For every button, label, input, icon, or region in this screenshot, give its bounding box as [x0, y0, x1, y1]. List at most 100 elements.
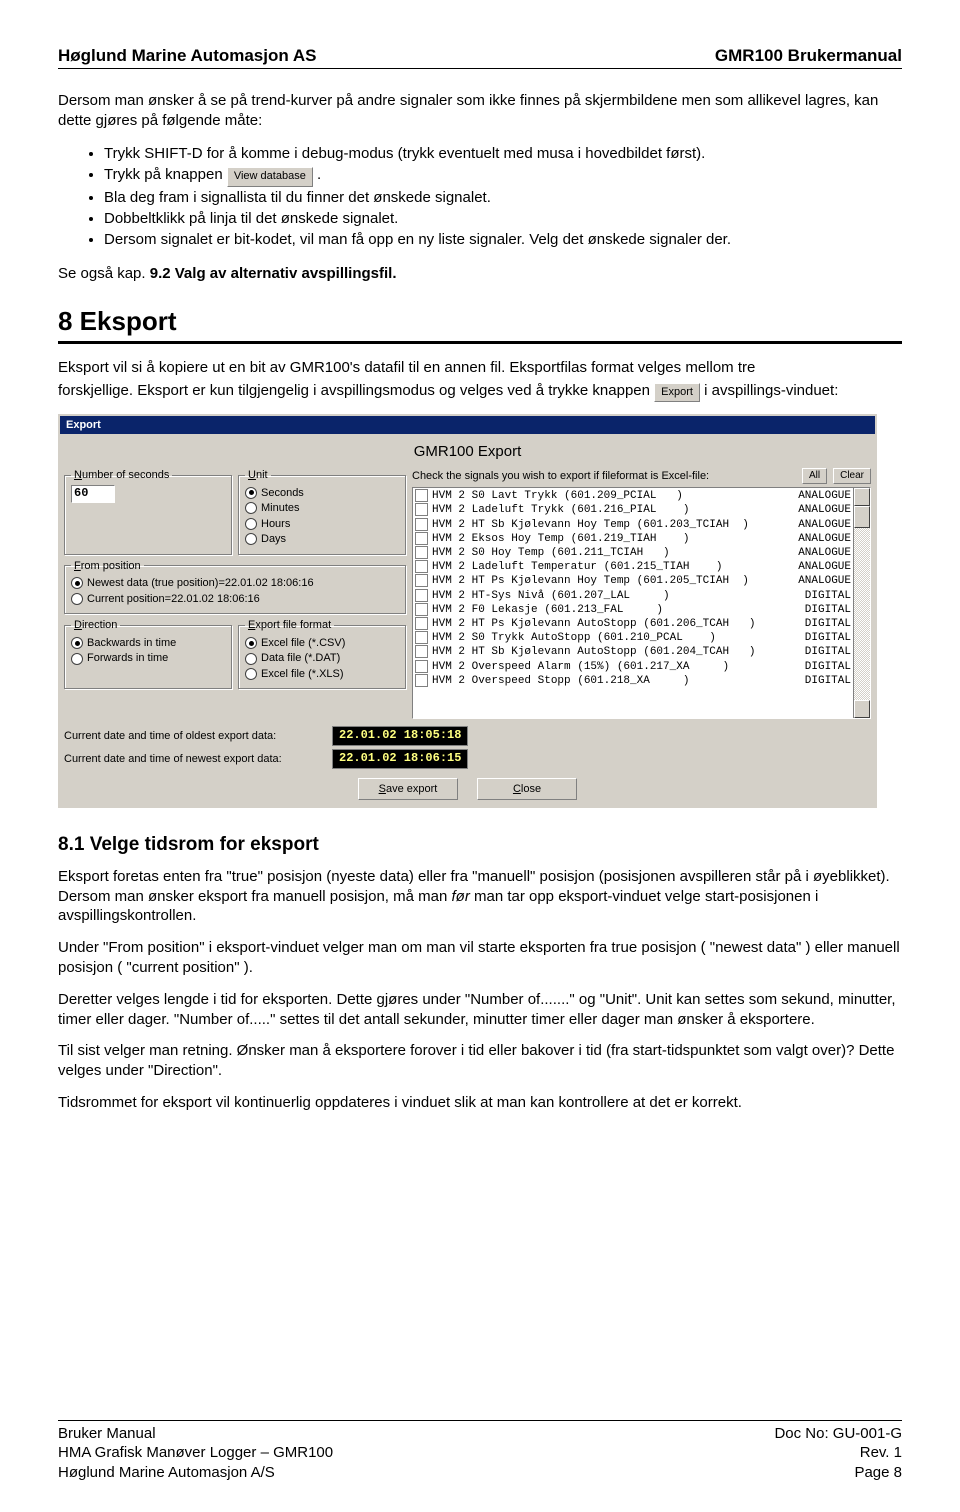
signal-list-row[interactable]: HVM 2 Ladeluft Temperatur (601.215_TIAH …	[415, 560, 851, 574]
fmt-csv-radio[interactable]: Excel file (*.CSV)	[245, 636, 399, 651]
signal-list-row[interactable]: HVM 2 Overspeed Alarm (15%) (601.217_XA …	[415, 660, 851, 674]
signal-checkbox[interactable]	[415, 674, 428, 687]
signal-type: DIGITAL	[805, 589, 851, 603]
signal-type: DIGITAL	[805, 631, 851, 645]
signal-checkbox[interactable]	[415, 489, 428, 502]
signal-name: HVM 2 Eksos Hoy Temp (601.219_TIAH )	[432, 532, 798, 546]
see-also-ref: 9.2 Valg av alternativ avspillingsfil.	[150, 265, 397, 282]
listbox-scrollbar[interactable]	[853, 488, 870, 718]
footer-left-1: Bruker Manual	[58, 1424, 333, 1444]
signal-list-row[interactable]: HVM 2 S0 Hoy Temp (601.211_TCIAH )ANALOG…	[415, 546, 851, 560]
newest-export-value: 22.01.02 18:06:15	[332, 749, 468, 769]
footer-right-2: Rev. 1	[774, 1443, 902, 1463]
bullet-1: Trykk SHIFT-D for å komme i debug-modus …	[104, 143, 902, 164]
signal-name: HVM 2 HT-Sys Nivå (601.207_LAL )	[432, 589, 805, 603]
footer-left-3: Høglund Marine Automasjon A/S	[58, 1463, 333, 1483]
signal-checkbox[interactable]	[415, 560, 428, 573]
footer-right-3: Page 8	[774, 1463, 902, 1483]
signal-checkbox[interactable]	[415, 518, 428, 531]
view-database-button[interactable]: View database	[227, 167, 313, 187]
scroll-track[interactable]	[854, 528, 870, 700]
signal-checkbox[interactable]	[415, 645, 428, 658]
signal-type: ANALOGUE	[798, 574, 851, 588]
export-button-inline[interactable]: Export	[654, 383, 700, 402]
p81a: Eksport foretas enten fra "true" posisjo…	[58, 867, 902, 926]
signal-check-label: Check the signals you wish to export if …	[412, 469, 796, 484]
signal-type: ANALOGUE	[798, 560, 851, 574]
signal-list-row[interactable]: HVM 2 HT Sb Kjølevann AutoStopp (601.204…	[415, 645, 851, 659]
oldest-export-label: Current date and time of oldest export d…	[64, 729, 324, 744]
export-format-group: Export file format Excel file (*.CSV) Da…	[238, 618, 406, 689]
fmt-dat-radio[interactable]: Data file (*.DAT)	[245, 651, 399, 666]
from-newest-radio[interactable]: Newest data (true position)=22.01.02 18:…	[71, 576, 399, 591]
header-left: Høglund Marine Automasjon AS	[58, 46, 316, 66]
signal-checkbox[interactable]	[415, 660, 428, 673]
signal-name: HVM 2 S0 Hoy Temp (601.211_TCIAH )	[432, 546, 798, 560]
p81c: Deretter velges lengde i tid for eksport…	[58, 990, 902, 1030]
dir-backwards-radio[interactable]: Backwards in time	[71, 636, 225, 651]
intro-paragraph: Dersom man ønsker å se på trend-kurver p…	[58, 91, 902, 131]
signal-name: HVM 2 HT Ps Kjølevann AutoStopp (601.206…	[432, 617, 805, 631]
p81b: Under "From position" i eksport-vinduet …	[58, 938, 902, 978]
sec8-p2-b: i avspillings-vinduet:	[704, 382, 838, 399]
section-8-1-heading: 8.1 Velge tidsrom for eksport	[58, 832, 902, 857]
all-button[interactable]: All	[802, 468, 827, 484]
signal-list-row[interactable]: HVM 2 Eksos Hoy Temp (601.219_TIAH )ANAL…	[415, 532, 851, 546]
fmt-xls-radio[interactable]: Excel file (*.XLS)	[245, 667, 399, 682]
number-of-seconds-input[interactable]: 60	[71, 485, 115, 503]
see-also: Se også kap. 9.2 Valg av alternativ avsp…	[58, 264, 902, 284]
signal-list-row[interactable]: HVM 2 HT Ps Kjølevann Hoy Temp (601.205_…	[415, 574, 851, 588]
see-also-text: Se også kap.	[58, 265, 150, 282]
signal-list-row[interactable]: HVM 2 Overspeed Stopp (601.218_XA )DIGIT…	[415, 674, 851, 688]
scroll-thumb[interactable]	[854, 506, 870, 528]
signal-list-row[interactable]: HVM 2 Ladeluft Trykk (601.216_PIAL )ANAL…	[415, 503, 851, 517]
signal-type: ANALOGUE	[798, 489, 851, 503]
signal-checkbox[interactable]	[415, 503, 428, 516]
unit-minutes-radio[interactable]: Minutes	[245, 501, 399, 516]
scroll-up-icon[interactable]	[854, 488, 870, 506]
signal-checkbox[interactable]	[415, 546, 428, 559]
signal-checkbox[interactable]	[415, 617, 428, 630]
signal-checkbox[interactable]	[415, 574, 428, 587]
signal-name: HVM 2 F0 Lekasje (601.213_FAL )	[432, 603, 805, 617]
signal-name: HVM 2 Ladeluft Temperatur (601.215_TIAH …	[432, 560, 798, 574]
scroll-down-icon[interactable]	[854, 700, 870, 718]
signal-checkbox[interactable]	[415, 631, 428, 644]
signal-type: ANALOGUE	[798, 518, 851, 532]
signal-list-row[interactable]: HVM 2 HT-Sys Nivå (601.207_LAL )DIGITAL	[415, 589, 851, 603]
signal-name: HVM 2 HT Sb Kjølevann AutoStopp (601.204…	[432, 645, 805, 659]
unit-seconds-radio[interactable]: Seconds	[245, 486, 399, 501]
bullet-5: Dersom signalet er bit-kodet, vil man få…	[104, 229, 902, 250]
signal-list-row[interactable]: HVM 2 S0 Lavt Trykk (601.209_PCIAL )ANAL…	[415, 489, 851, 503]
signal-list-row[interactable]: HVM 2 HT Sb Kjølevann Hoy Temp (601.203_…	[415, 518, 851, 532]
sec8-p1: Eksport vil si å kopiere ut en bit av GM…	[58, 358, 902, 378]
signal-listbox[interactable]: HVM 2 S0 Lavt Trykk (601.209_PCIAL )ANAL…	[412, 487, 871, 719]
from-current-radio[interactable]: Current position=22.01.02 18:06:16	[71, 592, 399, 607]
footer-right-1: Doc No: GU-001-G	[774, 1424, 902, 1444]
unit-days-radio[interactable]: Days	[245, 532, 399, 547]
save-export-button[interactable]: Save export	[358, 778, 458, 800]
footer-left-2: HMA Grafisk Manøver Logger – GMR100	[58, 1443, 333, 1463]
close-button[interactable]: Close	[477, 778, 577, 800]
signal-name: HVM 2 S0 Trykk AutoStopp (601.210_PCAL )	[432, 631, 805, 645]
dialog-titlebar: Export	[60, 416, 875, 435]
signal-list-row[interactable]: HVM 2 S0 Trykk AutoStopp (601.210_PCAL )…	[415, 631, 851, 645]
dir-forwards-radio[interactable]: Forwards in time	[71, 651, 225, 666]
signal-list-row[interactable]: HVM 2 F0 Lekasje (601.213_FAL )DIGITAL	[415, 603, 851, 617]
bullet-2-text-a: Trykk på knappen	[104, 166, 227, 183]
signal-list-row[interactable]: HVM 2 HT Ps Kjølevann AutoStopp (601.206…	[415, 617, 851, 631]
signal-checkbox[interactable]	[415, 603, 428, 616]
signal-checkbox[interactable]	[415, 532, 428, 545]
signal-name: HVM 2 HT Sb Kjølevann Hoy Temp (601.203_…	[432, 518, 798, 532]
newest-export-label: Current date and time of newest export d…	[64, 752, 324, 767]
num-seconds-label: umber of seconds	[82, 469, 169, 481]
clear-button[interactable]: Clear	[833, 468, 871, 484]
p81e: Tidsrommet for eksport vil kontinuerlig …	[58, 1093, 902, 1113]
unit-hours-radio[interactable]: Hours	[245, 517, 399, 532]
bullet-4: Dobbeltklikk på linja til det ønskede si…	[104, 208, 902, 229]
signal-name: HVM 2 HT Ps Kjølevann Hoy Temp (601.205_…	[432, 574, 798, 588]
bullet-2-text-b: .	[317, 166, 321, 183]
signal-checkbox[interactable]	[415, 589, 428, 602]
dialog-caption: GMR100 Export	[64, 440, 871, 468]
p81d: Til sist velger man retning. Ønsker man …	[58, 1041, 902, 1081]
